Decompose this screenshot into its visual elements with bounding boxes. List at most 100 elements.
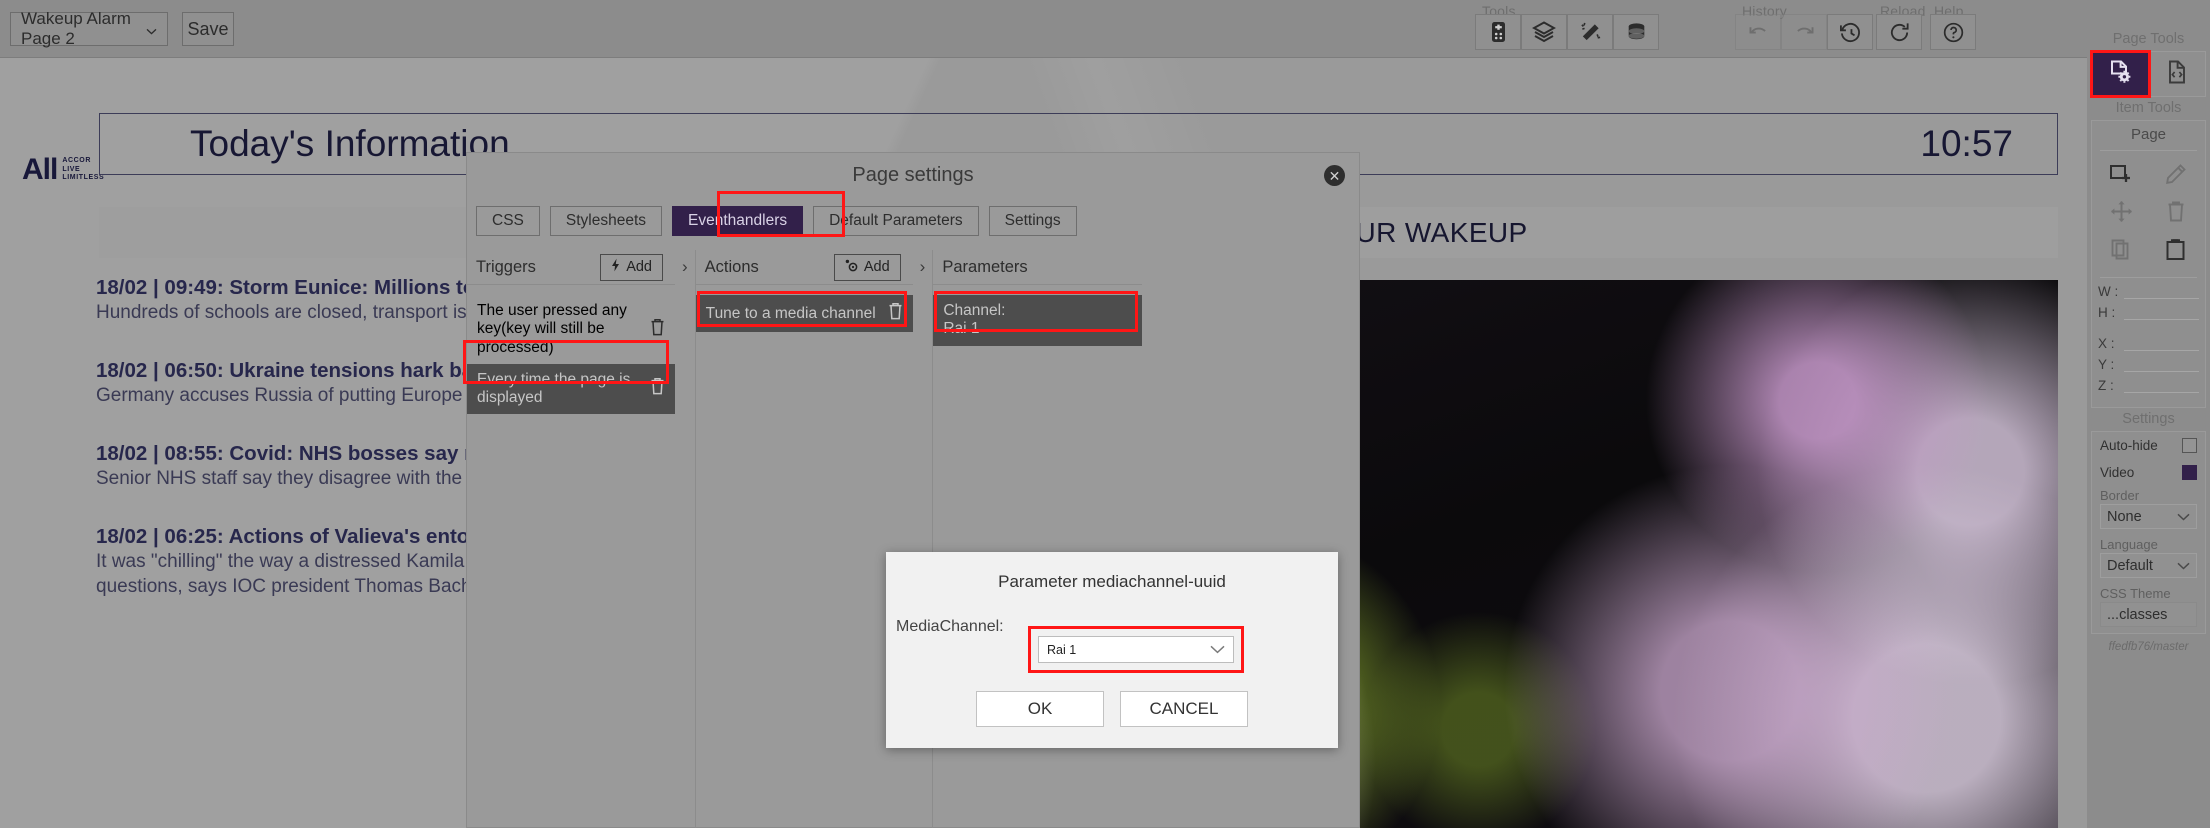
trash-icon[interactable] [650, 318, 665, 341]
mediachannel-label: MediaChannel: [896, 618, 1004, 635]
parameter-row[interactable]: Channel: Rai 1 [933, 295, 1143, 346]
actions-pane: Actions Add Tune to a media channel [694, 250, 913, 828]
y-label: Y : [2098, 357, 2115, 372]
tab-default-parameters[interactable]: Default Parameters [813, 206, 979, 236]
height-label: H : [2098, 305, 2116, 320]
page-gear-icon [2107, 59, 2133, 90]
triggers-header: Triggers Add [467, 250, 675, 284]
mediachannel-field: MediaChannel: [896, 618, 1338, 636]
auto-hide-checkbox[interactable] [2182, 438, 2197, 453]
cancel-button[interactable]: CANCEL [1120, 691, 1248, 727]
add-item-tool[interactable] [2094, 157, 2149, 195]
x-field[interactable]: X : [2098, 336, 2199, 351]
page-tools-box [2090, 50, 2206, 98]
parameters-list: Channel: Rai 1 [933, 284, 1143, 346]
move-arrows-icon [2110, 200, 2133, 228]
trigger-row[interactable]: Every time the page is displayed [467, 363, 675, 415]
language-select-value: Default [2107, 557, 2153, 574]
add-action-label: Add [863, 259, 890, 275]
triggers-title: Triggers [476, 257, 536, 276]
border-select[interactable]: None [2100, 504, 2197, 529]
tab-css[interactable]: CSS [476, 206, 540, 236]
css-theme-input[interactable]: ...classes [2100, 602, 2197, 627]
z-label: Z : [2098, 378, 2114, 393]
page-settings-tool[interactable] [2090, 50, 2151, 98]
history-list-button[interactable] [1827, 14, 1873, 50]
z-field[interactable]: Z : [2098, 378, 2199, 393]
database-tool-button[interactable] [1613, 14, 1659, 50]
close-icon[interactable]: ✕ [1324, 165, 1345, 186]
remote-control-tool-button[interactable] [1475, 14, 1521, 50]
page-tools-title: Page Tools [2112, 31, 2185, 47]
language-select[interactable]: Default [2100, 553, 2197, 578]
actions-header: Actions Add [696, 250, 913, 284]
parameter-modal-title: Parameter mediachannel-uuid [998, 572, 1226, 591]
save-button-label: Save [187, 18, 229, 39]
page-selector[interactable]: Wakeup Alarm Page 2 [10, 9, 168, 48]
chevron-down-icon [2177, 509, 2190, 525]
trash-icon[interactable] [650, 377, 665, 400]
trigger-label: The user pressed any key(key will still … [477, 302, 627, 356]
help-button[interactable] [1930, 14, 1976, 50]
mediachannel-select[interactable]: Rai 1 [1038, 636, 1234, 663]
chevron-down-icon [2177, 558, 2190, 574]
triggers-list: The user pressed any key(key will still … [467, 284, 675, 415]
reload-button[interactable] [1876, 14, 1922, 50]
add-action-button[interactable]: Add [833, 253, 901, 281]
x-input[interactable] [2124, 336, 2199, 351]
border-label: Border [2100, 488, 2140, 503]
video-row[interactable]: Video [2092, 459, 2205, 486]
action-row[interactable]: Tune to a media channel [695, 295, 913, 333]
width-field[interactable]: W : [2098, 284, 2199, 299]
trash-icon[interactable] [888, 302, 903, 325]
undo-icon [1747, 24, 1770, 41]
video-color-swatch[interactable] [2182, 465, 2197, 480]
settings-box: Auto-hide Video Border None Language Def… [2091, 431, 2206, 634]
height-input[interactable] [2124, 305, 2199, 320]
ok-button[interactable]: OK [976, 691, 1104, 727]
magic-wand-tool-button[interactable] [1567, 14, 1613, 50]
triggers-pane: Triggers Add The user pressed any key(ke… [463, 250, 675, 828]
trigger-label: Every time the page is displayed [477, 370, 631, 407]
settings-title: Settings [2122, 411, 2175, 427]
add-trigger-button[interactable]: Add [600, 253, 663, 281]
edit-item-tool[interactable] [2149, 157, 2204, 195]
auto-hide-row[interactable]: Auto-hide [2092, 432, 2205, 459]
paste-item-tool[interactable] [2149, 233, 2204, 271]
trash-icon [2166, 200, 2186, 228]
page-settings-tabs: CSS Stylesheets Eventhandlers Default Pa… [467, 198, 1359, 236]
dimension-fields: W : H : X : Y : Z : [2092, 278, 2205, 407]
version-label: ffedfb76/master [2108, 641, 2189, 653]
clipboard-icon [2165, 238, 2186, 266]
trigger-row[interactable]: The user pressed any key(key will still … [467, 295, 675, 364]
layers-icon [1532, 20, 1556, 44]
save-button[interactable]: Save [182, 12, 234, 46]
redo-button[interactable] [1781, 14, 1827, 50]
z-input[interactable] [2124, 378, 2199, 393]
height-field[interactable]: H : [2098, 305, 2199, 320]
tab-stylesheets[interactable]: Stylesheets [549, 206, 663, 236]
tab-settings[interactable]: Settings [988, 206, 1077, 236]
language-label: Language [2100, 537, 2158, 552]
copy-item-tool[interactable] [2094, 233, 2149, 271]
parameter-modal-buttons: OK CANCEL [886, 691, 1338, 727]
y-input[interactable] [2124, 357, 2199, 372]
item-tools-grid [2092, 151, 2205, 277]
tab-eventhandlers[interactable]: Eventhandlers [672, 206, 804, 236]
parameter-key: Channel: [943, 302, 1006, 319]
mediachannel-select-value: Rai 1 [1047, 642, 1077, 657]
gear-sparkle-icon [845, 259, 858, 276]
page-tools-row [2090, 50, 2206, 98]
delete-item-tool[interactable] [2149, 195, 2204, 233]
parameter-modal: Parameter mediachannel-uuid MediaChannel… [886, 552, 1338, 748]
move-item-tool[interactable] [2094, 195, 2149, 233]
layers-tool-button[interactable] [1521, 14, 1567, 50]
page-title: Today's Information [190, 123, 510, 164]
item-tools-title: Item Tools [2115, 100, 2182, 116]
lightning-icon [611, 258, 620, 276]
width-input[interactable] [2124, 284, 2199, 299]
y-field[interactable]: Y : [2098, 357, 2199, 372]
reload-icon [1888, 21, 1911, 44]
undo-button[interactable] [1735, 14, 1781, 50]
page-source-tool[interactable] [2149, 52, 2206, 96]
